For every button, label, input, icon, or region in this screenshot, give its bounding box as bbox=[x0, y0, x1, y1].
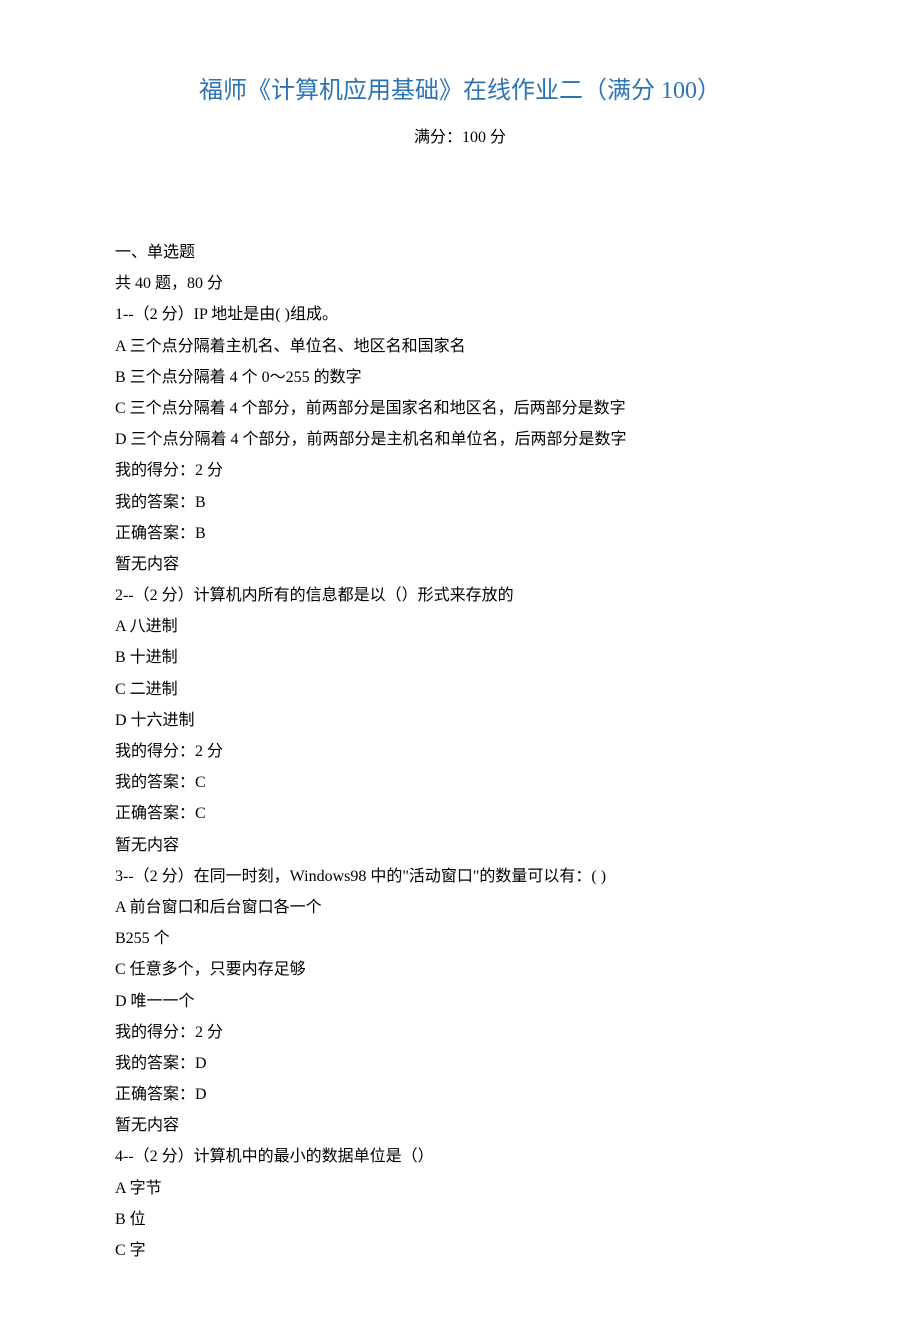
document-page: 福师《计算机应用基础》在线作业二（满分 100） 满分：100 分 一、单选题 … bbox=[0, 0, 920, 1326]
correct-answer: 正确答案：D bbox=[115, 1079, 805, 1110]
my-score: 我的得分：2 分 bbox=[115, 1017, 805, 1048]
note: 暂无内容 bbox=[115, 549, 805, 580]
question-option: A 字节 bbox=[115, 1173, 805, 1204]
question-option: A 三个点分隔着主机名、单位名、地区名和国家名 bbox=[115, 331, 805, 362]
my-score: 我的得分：2 分 bbox=[115, 455, 805, 486]
correct-answer: 正确答案：C bbox=[115, 798, 805, 829]
question-option: A 八进制 bbox=[115, 611, 805, 642]
question-option: C 二进制 bbox=[115, 674, 805, 705]
my-answer: 我的答案：D bbox=[115, 1048, 805, 1079]
question-option: C 三个点分隔着 4 个部分，前两部分是国家名和地区名，后两部分是数字 bbox=[115, 393, 805, 424]
question-option: A 前台窗口和后台窗口各一个 bbox=[115, 892, 805, 923]
question-option: C 任意多个，只要内存足够 bbox=[115, 954, 805, 985]
question-stem: 2--（2 分）计算机内所有的信息都是以（）形式来存放的 bbox=[115, 580, 805, 611]
question-stem: 1--（2 分）IP 地址是由( )组成。 bbox=[115, 299, 805, 330]
section-info: 共 40 题，80 分 bbox=[115, 268, 805, 299]
question-option: D 唯一一个 bbox=[115, 986, 805, 1017]
question-option: B 三个点分隔着 4 个 0～255 的数字 bbox=[115, 362, 805, 393]
question-option: B 位 bbox=[115, 1204, 805, 1235]
document-title: 福师《计算机应用基础》在线作业二（满分 100） bbox=[115, 70, 805, 105]
note: 暂无内容 bbox=[115, 830, 805, 861]
question-option: C 字 bbox=[115, 1235, 805, 1266]
my-score: 我的得分：2 分 bbox=[115, 736, 805, 767]
question-option: B 十进制 bbox=[115, 642, 805, 673]
question-option: D 十六进制 bbox=[115, 705, 805, 736]
note: 暂无内容 bbox=[115, 1110, 805, 1141]
my-answer: 我的答案：C bbox=[115, 767, 805, 798]
my-answer: 我的答案：B bbox=[115, 487, 805, 518]
section-heading: 一、单选题 bbox=[115, 237, 805, 268]
question-stem: 3--（2 分）在同一时刻，Windows98 中的"活动窗口"的数量可以有：(… bbox=[115, 861, 805, 892]
question-stem: 4--（2 分）计算机中的最小的数据单位是（） bbox=[115, 1141, 805, 1172]
question-option: B255 个 bbox=[115, 923, 805, 954]
question-option: D 三个点分隔着 4 个部分，前两部分是主机名和单位名，后两部分是数字 bbox=[115, 424, 805, 455]
document-subtitle: 满分：100 分 bbox=[115, 123, 805, 147]
correct-answer: 正确答案：B bbox=[115, 518, 805, 549]
